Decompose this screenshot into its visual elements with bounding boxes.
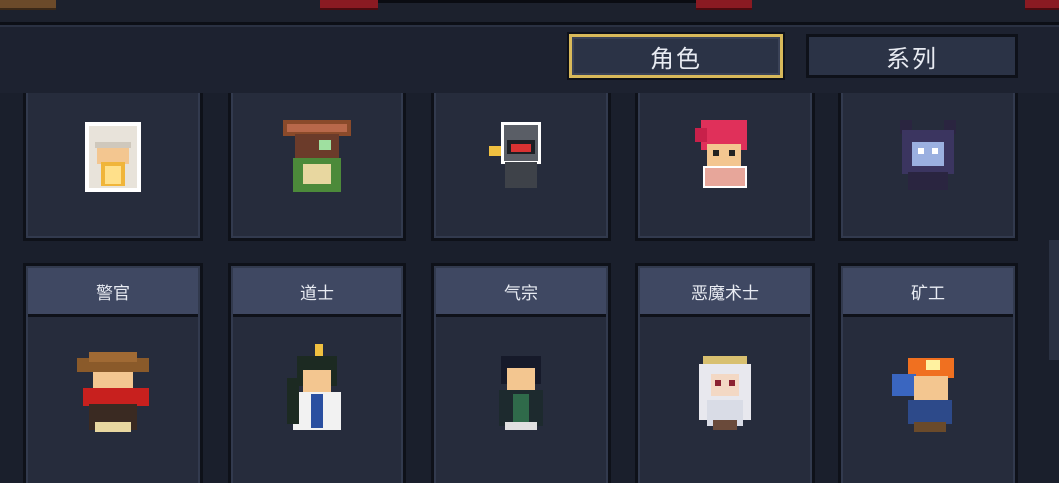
character-card-miner[interactable]: 矿工 [838,263,1018,483]
officer-sprite-icon [77,352,149,436]
top-red-ornament-corner [1025,0,1059,10]
tab-characters-label: 角色 [650,44,702,73]
character-card[interactable] [228,93,406,241]
top-left-ornament [0,0,56,10]
robot-sprite-icon [485,118,557,198]
top-red-ornament-left [320,0,378,10]
demon-warlock-sprite-icon [689,356,761,436]
qi-master-sprite-icon [485,356,557,436]
character-card[interactable] [635,93,815,241]
tab-series[interactable]: 系列 [806,34,1018,78]
character-name: 道士 [233,268,401,317]
top-red-ornament-right [696,0,752,10]
scrollbar[interactable] [1049,240,1059,360]
miner-sprite-icon [892,356,964,436]
horned-vampire-sprite-icon [892,118,964,198]
character-name: 矿工 [843,268,1013,317]
antlered-druid-sprite-icon [281,118,353,198]
character-card-taoist[interactable]: 道士 [228,263,406,483]
tab-series-label: 系列 [886,44,938,73]
character-grid: 警官 道士 气宗 恶魔术士 矿工 [0,93,1059,483]
character-card[interactable] [23,93,203,241]
white-hooded-mage-sprite-icon [77,118,149,198]
character-card[interactable] [838,93,1018,241]
tab-characters[interactable]: 角色 [569,34,783,78]
character-card-qi-master[interactable]: 气宗 [431,263,611,483]
character-name: 警官 [28,268,198,317]
character-name: 恶魔术士 [640,268,810,317]
character-card[interactable] [431,93,611,241]
top-bar [0,0,1059,24]
character-card-officer[interactable]: 警官 [23,263,203,483]
character-card-demon-warlock[interactable]: 恶魔术士 [635,263,815,483]
red-haired-fighter-sprite-icon [689,118,761,198]
character-name: 气宗 [436,268,606,317]
taoist-sprite-icon [281,344,353,436]
top-center-bar [378,0,696,3]
